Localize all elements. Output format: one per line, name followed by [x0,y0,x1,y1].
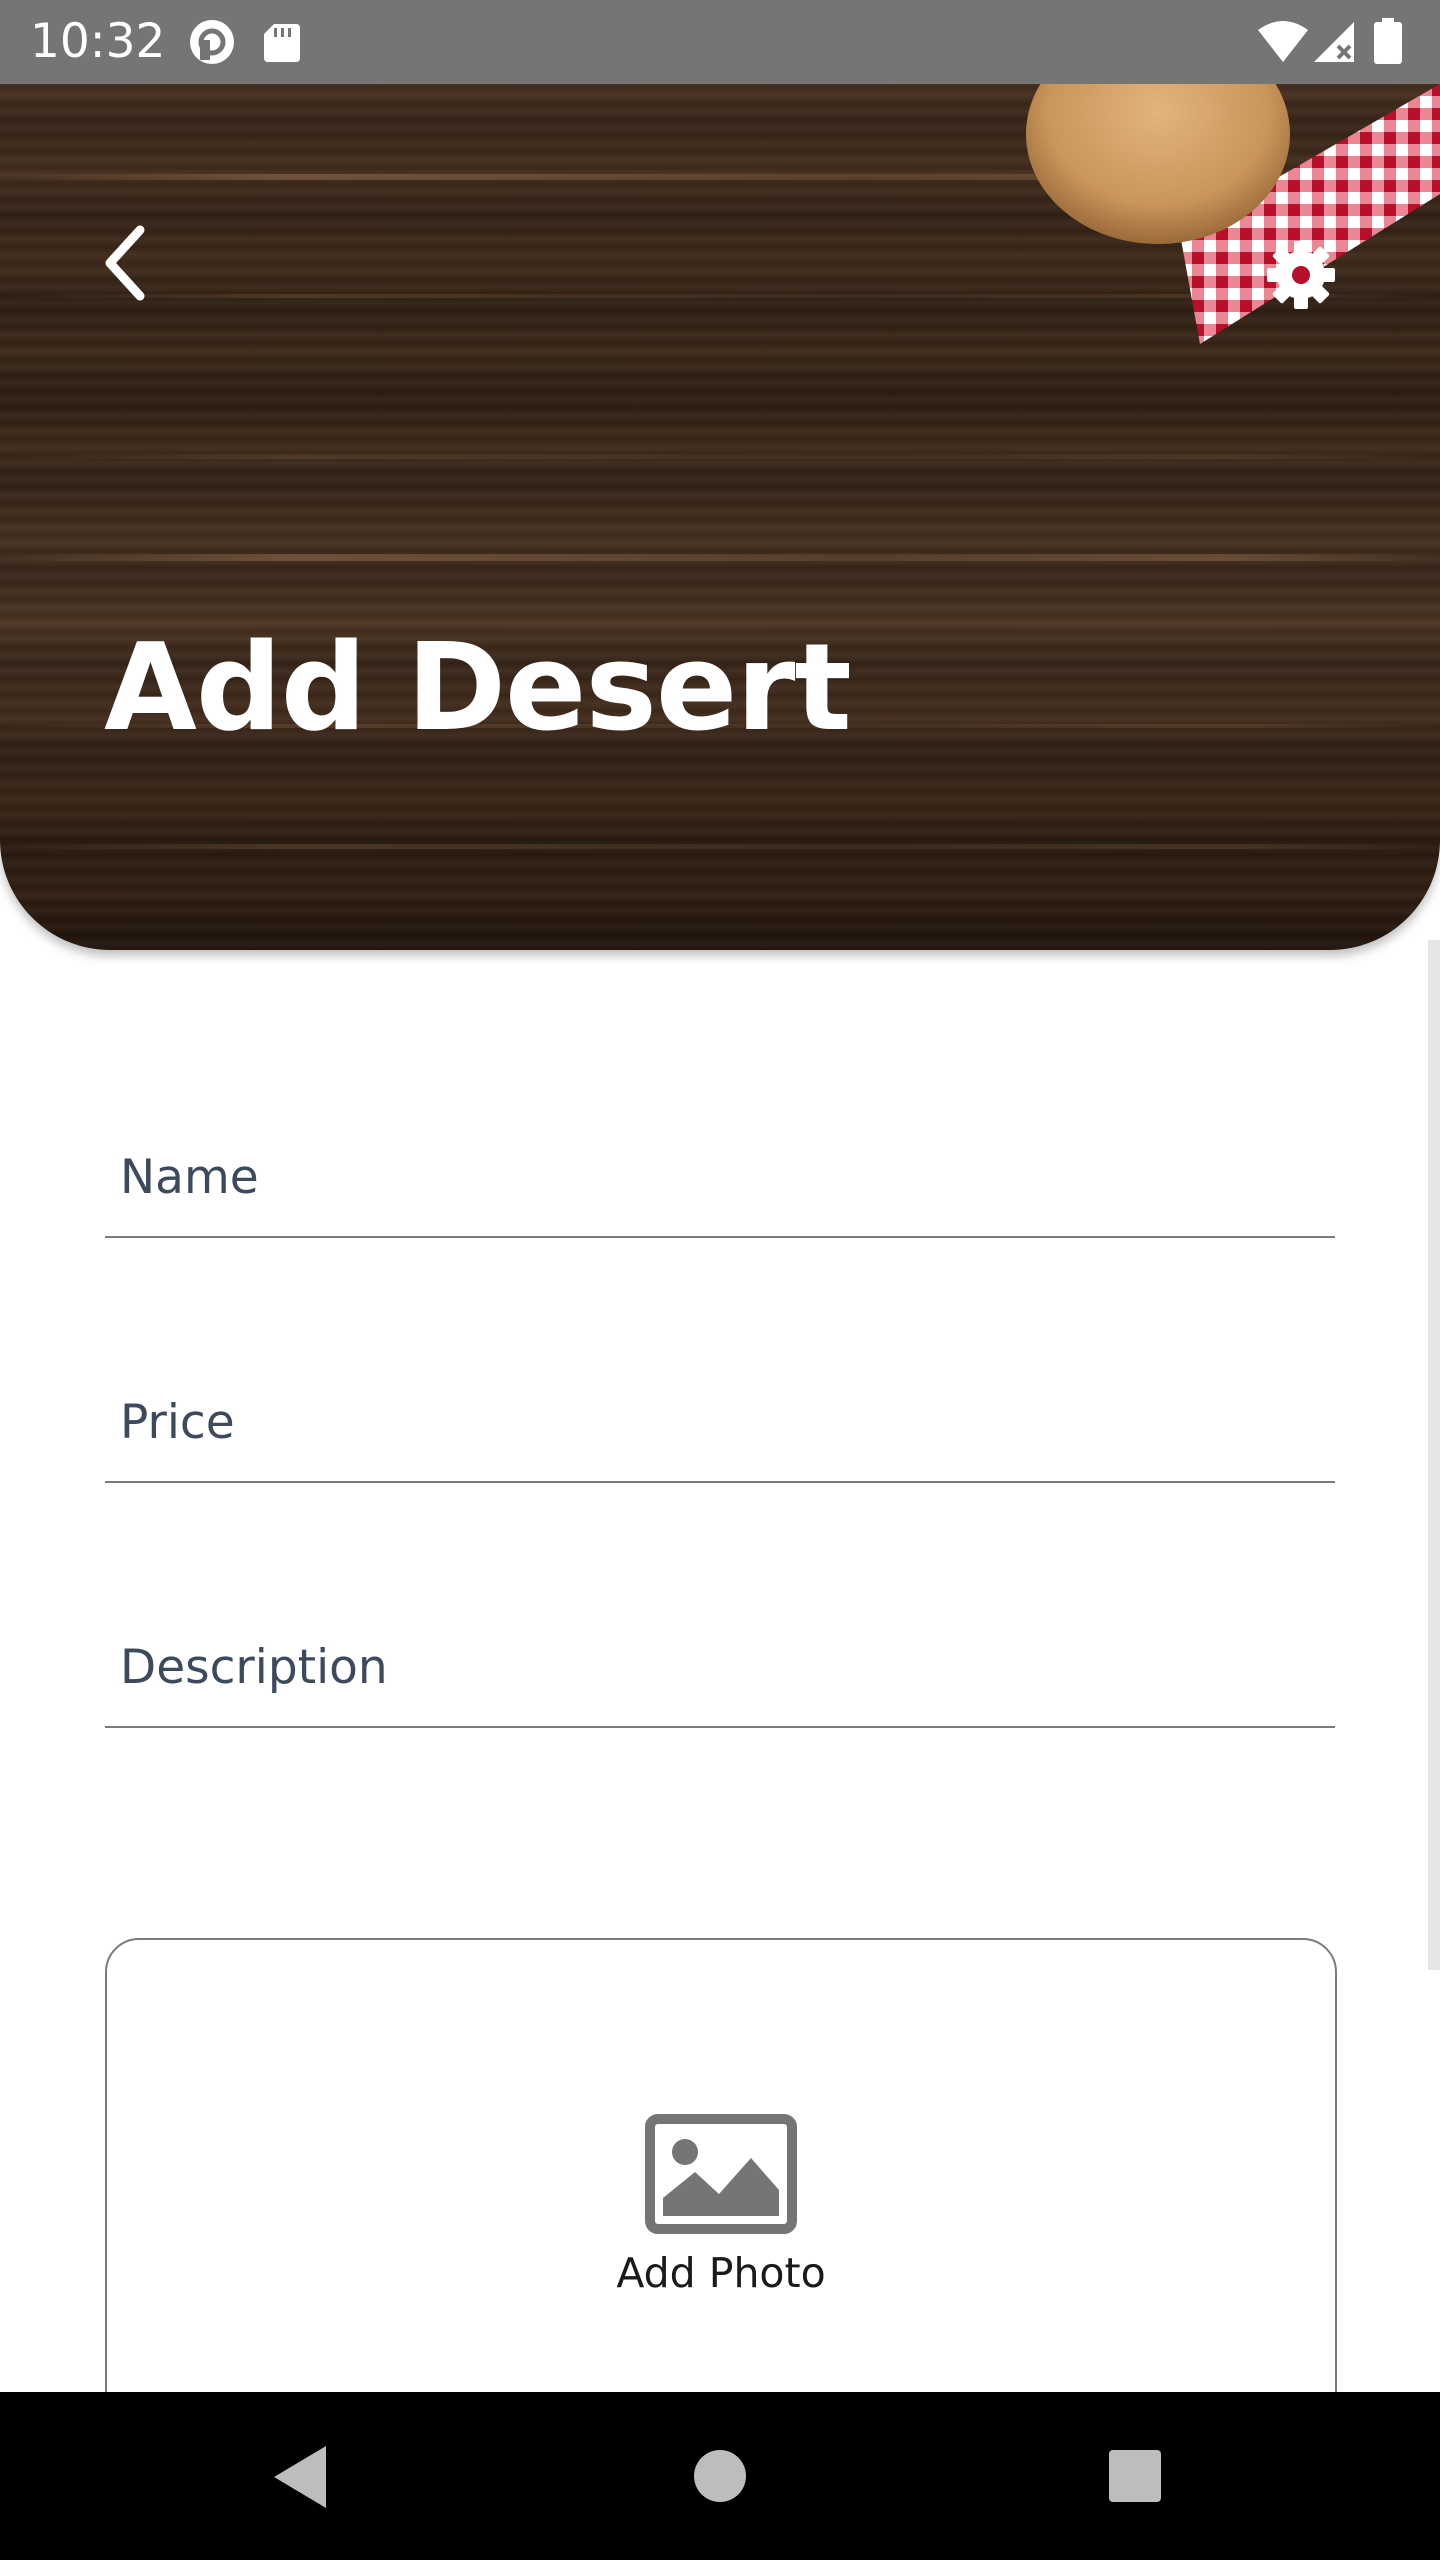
status-right-icons [1258,18,1402,64]
name-field-label: Name [120,1150,259,1205]
gear-icon [1267,241,1335,309]
battery-icon [1374,18,1402,64]
settings-button[interactable] [1264,238,1338,312]
recents-square-icon[interactable] [1109,2450,1161,2502]
page-title: Add Desert [104,619,852,758]
description-field[interactable]: Description [105,1598,1335,1728]
scrollbar[interactable] [1428,940,1440,1970]
name-field[interactable]: Name [105,1108,1335,1238]
chevron-left-icon [105,225,145,301]
screen: 10:32 Add Desert Name Price Description … [0,0,1440,2560]
status-bar: 10:32 [0,0,1440,84]
add-photo-label: Add Photo [616,2249,826,2297]
home-circle-icon[interactable] [694,2450,746,2502]
back-triangle-icon[interactable] [268,2442,336,2512]
pocket-casts-icon [190,20,234,64]
description-field-label: Description [120,1640,388,1695]
price-field[interactable]: Price [105,1353,1335,1483]
system-nav-bar [0,2392,1440,2560]
wood-grain [0,454,1440,459]
status-left-icons [190,20,300,64]
wood-grain [0,844,1440,849]
image-icon [645,2114,797,2234]
add-photo-button[interactable]: Add Photo [105,1938,1337,2442]
wood-grain [0,554,1440,561]
cell-signal-icon [1314,22,1354,62]
spoon-and-napkin-decoration [1026,84,1440,344]
sd-card-icon [264,24,300,62]
back-button[interactable] [90,218,160,308]
header-banner: Add Desert [0,84,1440,950]
status-time: 10:32 [30,14,166,69]
wifi-icon [1258,21,1308,62]
price-field-label: Price [120,1395,235,1450]
